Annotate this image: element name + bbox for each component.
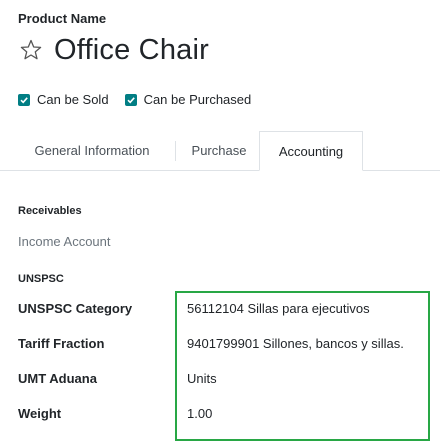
can-be-purchased-label: Can be Purchased	[143, 92, 252, 107]
weight-label: Weight	[18, 406, 62, 421]
tariff-fraction-label: Tariff Fraction	[18, 336, 105, 351]
umt-aduana-label: UMT Aduana	[18, 371, 97, 386]
can-be-sold-label: Can be Sold	[37, 92, 109, 107]
product-name-title[interactable]: Office Chair	[54, 34, 209, 67]
tab-accounting[interactable]: Accounting	[259, 131, 363, 171]
unspsc-category-field[interactable]: 56112104 Sillas para ejecutivos	[187, 301, 370, 316]
tab-general-information[interactable]: General Information	[22, 131, 162, 171]
star-outline-icon[interactable]	[18, 37, 44, 63]
product-title-row: Office Chair	[18, 32, 209, 68]
unspsc-section-title: UNSPSC	[18, 273, 64, 285]
tariff-fraction-field[interactable]: 9401799901 Sillones, bancos y sillas.	[187, 336, 404, 351]
product-name-label: Product Name	[18, 11, 107, 26]
unspsc-category-label: UNSPSC Category	[18, 301, 133, 316]
can-be-purchased-checkbox[interactable]: Can be Purchased	[124, 92, 252, 107]
notebook-tabs: General Information Purchase Accounting	[0, 131, 440, 171]
umt-aduana-field[interactable]: Units	[187, 371, 217, 386]
income-account-label: Income Account	[18, 234, 111, 249]
checkmark-icon	[18, 93, 30, 106]
checkmark-icon	[124, 93, 137, 106]
weight-field[interactable]: 1.00	[187, 406, 212, 421]
product-options: Can be Sold Can be Purchased	[18, 92, 267, 107]
receivables-section-title: Receivables	[18, 205, 82, 217]
tab-separator	[175, 141, 176, 161]
can-be-sold-checkbox[interactable]: Can be Sold	[18, 92, 109, 107]
tab-purchase[interactable]: Purchase	[180, 131, 258, 171]
